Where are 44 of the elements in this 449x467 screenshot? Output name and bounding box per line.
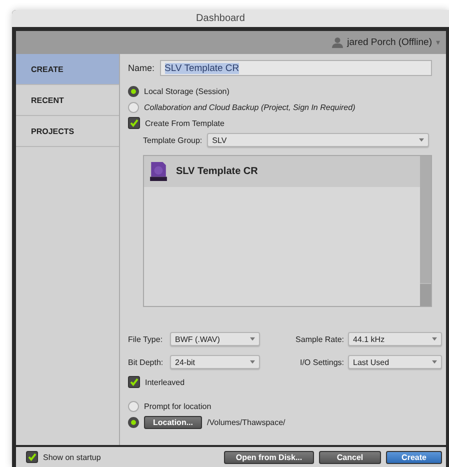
- template-file-icon: [150, 162, 167, 181]
- user-name[interactable]: jared Porch (Offline): [347, 37, 432, 48]
- sidebar-item[interactable]: CREATE: [16, 54, 119, 85]
- checkbox[interactable]: [26, 451, 38, 463]
- template-item[interactable]: SLV Template CR: [144, 156, 420, 187]
- template-group-label: Template Group:: [143, 136, 202, 144]
- radio-button[interactable]: [128, 416, 139, 428]
- radio-button[interactable]: [128, 102, 139, 112]
- checkbox-label: Interleaved: [145, 378, 185, 386]
- user-icon: [332, 37, 344, 48]
- setting-dropdown[interactable]: BWF (.WAV): [170, 332, 260, 346]
- setting-label: Sample Rate:: [296, 334, 344, 344]
- location-path: /Volumes/Thawspace/: [207, 418, 286, 426]
- checkbox-label: Create From Template: [145, 118, 224, 128]
- scrollbar[interactable]: [420, 156, 431, 306]
- setting-dropdown[interactable]: Last Used: [348, 355, 442, 369]
- dropdown-caret-icon: [432, 337, 437, 341]
- footer-button[interactable]: Cancel: [319, 450, 381, 464]
- dropdown-caret-icon: [432, 360, 437, 364]
- location-button[interactable]: Location...: [144, 416, 202, 428]
- checkbox-label: Show on startup: [43, 452, 101, 462]
- checkbox[interactable]: [128, 376, 140, 388]
- template-group-dropdown[interactable]: SLV: [207, 133, 430, 147]
- name-field[interactable]: SLV Template CR: [160, 60, 432, 76]
- sidebar-item[interactable]: PROJECTS: [16, 116, 119, 147]
- radio-label: Prompt for location: [144, 402, 212, 410]
- checkbox[interactable]: [128, 117, 140, 129]
- radio-button[interactable]: [128, 400, 139, 412]
- window-title: Dashboard: [196, 13, 245, 24]
- create-button[interactable]: Create: [386, 450, 442, 464]
- sidebar-item[interactable]: RECENT: [16, 85, 119, 116]
- name-label: Name:: [128, 63, 155, 73]
- dropdown-caret-icon: [419, 138, 424, 142]
- footer-button[interactable]: Open from Disk...: [224, 450, 314, 464]
- setting-dropdown[interactable]: 24-bit: [170, 355, 260, 369]
- storage-option-label: Collaboration and Cloud Backup (Project, Sign In Required): [144, 102, 356, 112]
- setting-label: I/O Settings:: [300, 358, 344, 366]
- radio-button[interactable]: [128, 86, 139, 96]
- setting-label: File Type:: [128, 334, 164, 344]
- dropdown-caret-icon: [250, 337, 255, 341]
- storage-option-label: Local Storage (Session): [144, 86, 230, 96]
- setting-dropdown[interactable]: 44.1 kHz: [348, 332, 442, 346]
- setting-label: Bit Depth:: [128, 358, 164, 366]
- dropdown-caret-icon: [250, 360, 255, 364]
